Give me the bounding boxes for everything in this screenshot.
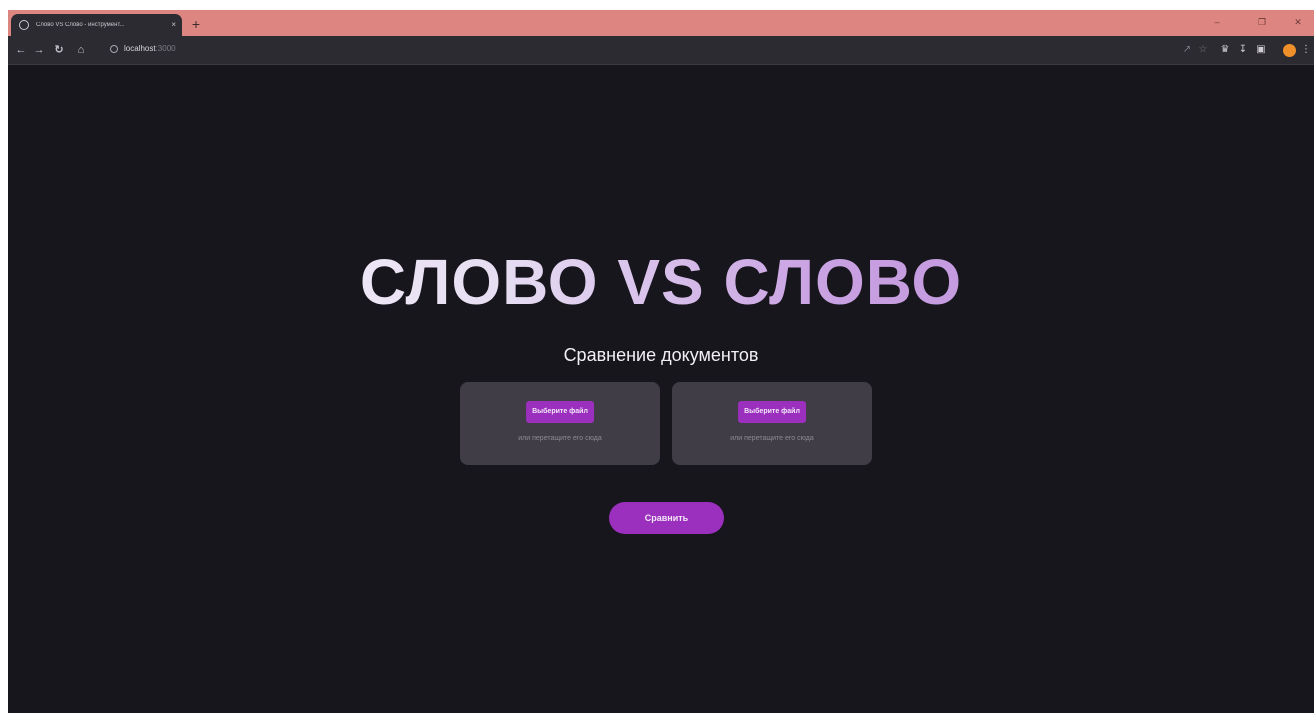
extension-icon[interactable]: ♛ [1218,43,1232,57]
file-dropzone-1[interactable]: Выберите файл или перетащите его сюда [460,382,660,465]
address-bar[interactable]: localhost:3000 [104,40,1214,59]
globe-icon [19,20,29,30]
compare-button[interactable]: Сравнить [609,502,724,534]
tab-title: Слово VS Слово - инструмент... [36,22,125,28]
new-tab-button[interactable]: + [188,16,204,32]
download-icon[interactable]: ↧ [1236,43,1250,57]
home-icon[interactable]: ⌂ [74,43,88,57]
minimize-icon[interactable]: – [1209,14,1225,30]
browser-tab[interactable]: Слово VS Слово - инструмент... × [11,14,182,36]
forward-icon[interactable]: → [32,43,46,57]
choose-file-button-1[interactable]: Выберите файл [526,401,594,423]
choose-file-button-2[interactable]: Выберите файл [738,401,806,423]
share-icon[interactable]: ↗ [1180,43,1194,57]
browser-toolbar: ← → ↻ ⌂ localhost:3000 ↗ ☆ ♛ ↧ ▣ ⋮ [8,36,1314,65]
close-window-icon[interactable]: ✕ [1290,14,1306,30]
tab-strip: Слово VS Слово - инструмент... × + – ❐ ✕ [8,10,1314,36]
site-info-icon[interactable] [110,45,118,53]
restore-icon[interactable]: ❐ [1254,14,1270,30]
file-dropzone-2[interactable]: Выберите файл или перетащите его сюда [672,382,872,465]
menu-icon[interactable]: ⋮ [1299,43,1313,57]
browser-window: Слово VS Слово - инструмент... × + – ❐ ✕… [8,10,1314,713]
close-tab-icon[interactable]: × [171,21,176,29]
back-icon[interactable]: ← [14,43,28,57]
page-content: СЛОВО VS СЛОВО Сравнение документов Выбе… [8,65,1314,713]
reload-icon[interactable]: ↻ [52,43,66,57]
star-icon[interactable]: ☆ [1196,43,1210,57]
page-subtitle: Сравнение документов [563,345,759,365]
url-host: localhost [124,44,156,53]
dropzone-hint-1: или перетащите его сюда [518,435,602,442]
dropzone-hint-2: или перетащите его сюда [730,435,814,442]
page-title: СЛОВО VS СЛОВО [8,245,1314,319]
profile-avatar[interactable] [1283,44,1296,57]
url-port: :3000 [155,44,176,53]
sidebar-icon[interactable]: ▣ [1254,43,1268,57]
url-text: localhost:3000 [124,43,176,55]
